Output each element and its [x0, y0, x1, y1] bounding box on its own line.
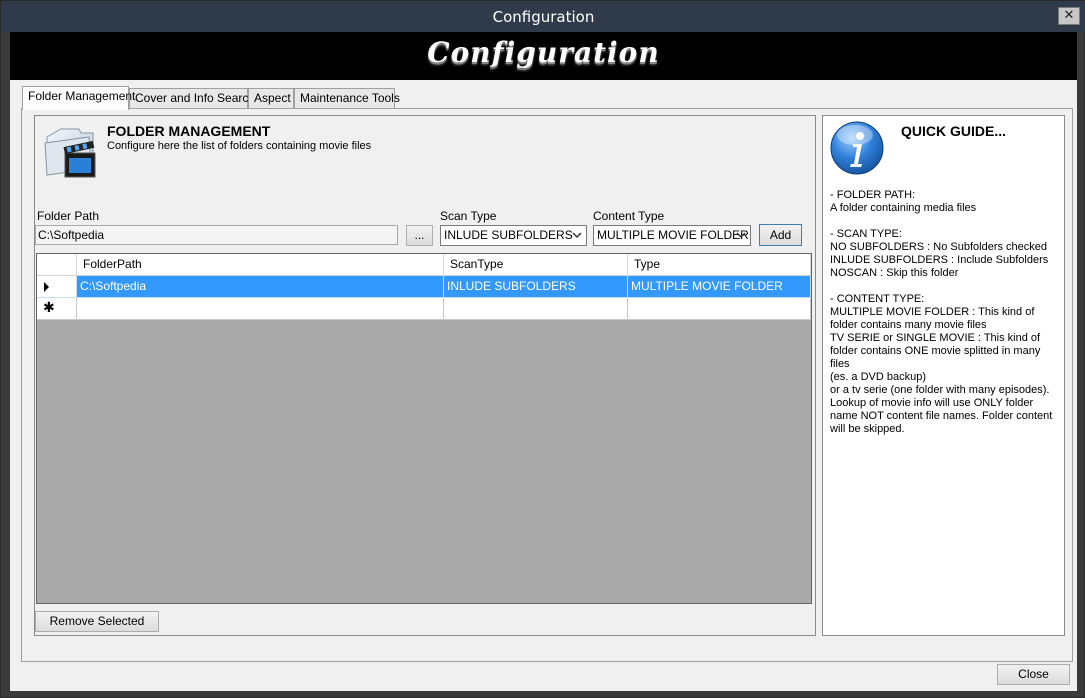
- window-close-button[interactable]: ✕: [1058, 7, 1080, 25]
- grid-header: FolderPath ScanType Type: [37, 254, 811, 276]
- quick-guide-text: - FOLDER PATH: A folder containing media…: [830, 189, 1053, 435]
- scan-type-select[interactable]: INLUDE SUBFOLDERS: [440, 225, 587, 246]
- info-icon: [830, 121, 884, 175]
- scan-type-label: Scan Type: [440, 209, 497, 223]
- tab-folder-management[interactable]: Folder Management: [22, 86, 135, 110]
- row-header[interactable]: [37, 276, 77, 298]
- dropdown-arrow-icon: [572, 232, 582, 239]
- content-type-label: Content Type: [593, 209, 665, 223]
- new-row-icon: ✱: [43, 300, 55, 316]
- column-header-scan-type[interactable]: ScanType: [444, 254, 628, 276]
- quick-guide-title: QUICK GUIDE...: [901, 123, 1007, 139]
- banner-title: Configuration: [427, 36, 660, 69]
- folders-grid[interactable]: FolderPath ScanType Type C:\Softpedia IN…: [36, 253, 812, 604]
- configuration-window: Configuration ✕ Configuration Folder Man…: [0, 0, 1085, 698]
- current-row-icon: [44, 282, 49, 292]
- scan-type-value: INLUDE SUBFOLDERS: [444, 228, 573, 242]
- grid-corner: [37, 254, 77, 276]
- quick-guide-panel: QUICK GUIDE... - FOLDER PATH: A folder c…: [822, 115, 1065, 636]
- cell-type[interactable]: MULTIPLE MOVIE FOLDER: [628, 276, 811, 298]
- close-button[interactable]: Close: [997, 664, 1070, 685]
- remove-selected-button[interactable]: Remove Selected: [35, 611, 159, 632]
- cell-folder-path[interactable]: C:\Softpedia: [77, 276, 444, 298]
- table-row[interactable]: C:\Softpedia INLUDE SUBFOLDERS MULTIPLE …: [37, 276, 811, 298]
- column-header-folder-path[interactable]: FolderPath: [77, 254, 444, 276]
- new-row[interactable]: ✱: [37, 298, 811, 320]
- folder-path-label: Folder Path: [37, 209, 100, 223]
- column-header-type[interactable]: Type: [628, 254, 811, 276]
- folder-management-heading: FOLDER MANAGEMENT: [107, 123, 271, 139]
- folder-movie-icon: [44, 128, 96, 178]
- client-area: Folder Management Cover and Info Search …: [10, 80, 1077, 691]
- banner: Configuration: [10, 32, 1077, 80]
- folder-management-panel: FOLDER MANAGEMENT Configure here the lis…: [34, 115, 816, 636]
- window-title: Configuration: [492, 8, 595, 26]
- content-type-select[interactable]: MULTIPLE MOVIE FOLDER: [593, 225, 751, 246]
- tab-maintenance-tools[interactable]: Maintenance Tools: [294, 88, 400, 108]
- cell-scan-type[interactable]: INLUDE SUBFOLDERS: [444, 276, 628, 298]
- content-type-value: MULTIPLE MOVIE FOLDER: [597, 228, 749, 242]
- new-cell-scan-type[interactable]: [444, 298, 628, 320]
- browse-button[interactable]: ...: [406, 225, 433, 246]
- title-bar[interactable]: Configuration ✕: [1, 1, 1085, 32]
- new-cell-folder-path[interactable]: [77, 298, 444, 320]
- folder-management-description: Configure here the list of folders conta…: [107, 140, 372, 152]
- new-cell-type[interactable]: [628, 298, 811, 320]
- folder-path-input[interactable]: C:\Softpedia: [35, 225, 398, 245]
- dropdown-arrow-icon: [736, 232, 746, 239]
- tab-aspect[interactable]: Aspect: [248, 88, 294, 108]
- add-button[interactable]: Add: [759, 224, 802, 246]
- close-icon: ✕: [1063, 8, 1075, 23]
- row-header[interactable]: ✱: [37, 298, 77, 320]
- tab-cover-and-info-search[interactable]: Cover and Info Search: [129, 88, 255, 108]
- folder-management-page: FOLDER MANAGEMENT Configure here the lis…: [21, 108, 1073, 662]
